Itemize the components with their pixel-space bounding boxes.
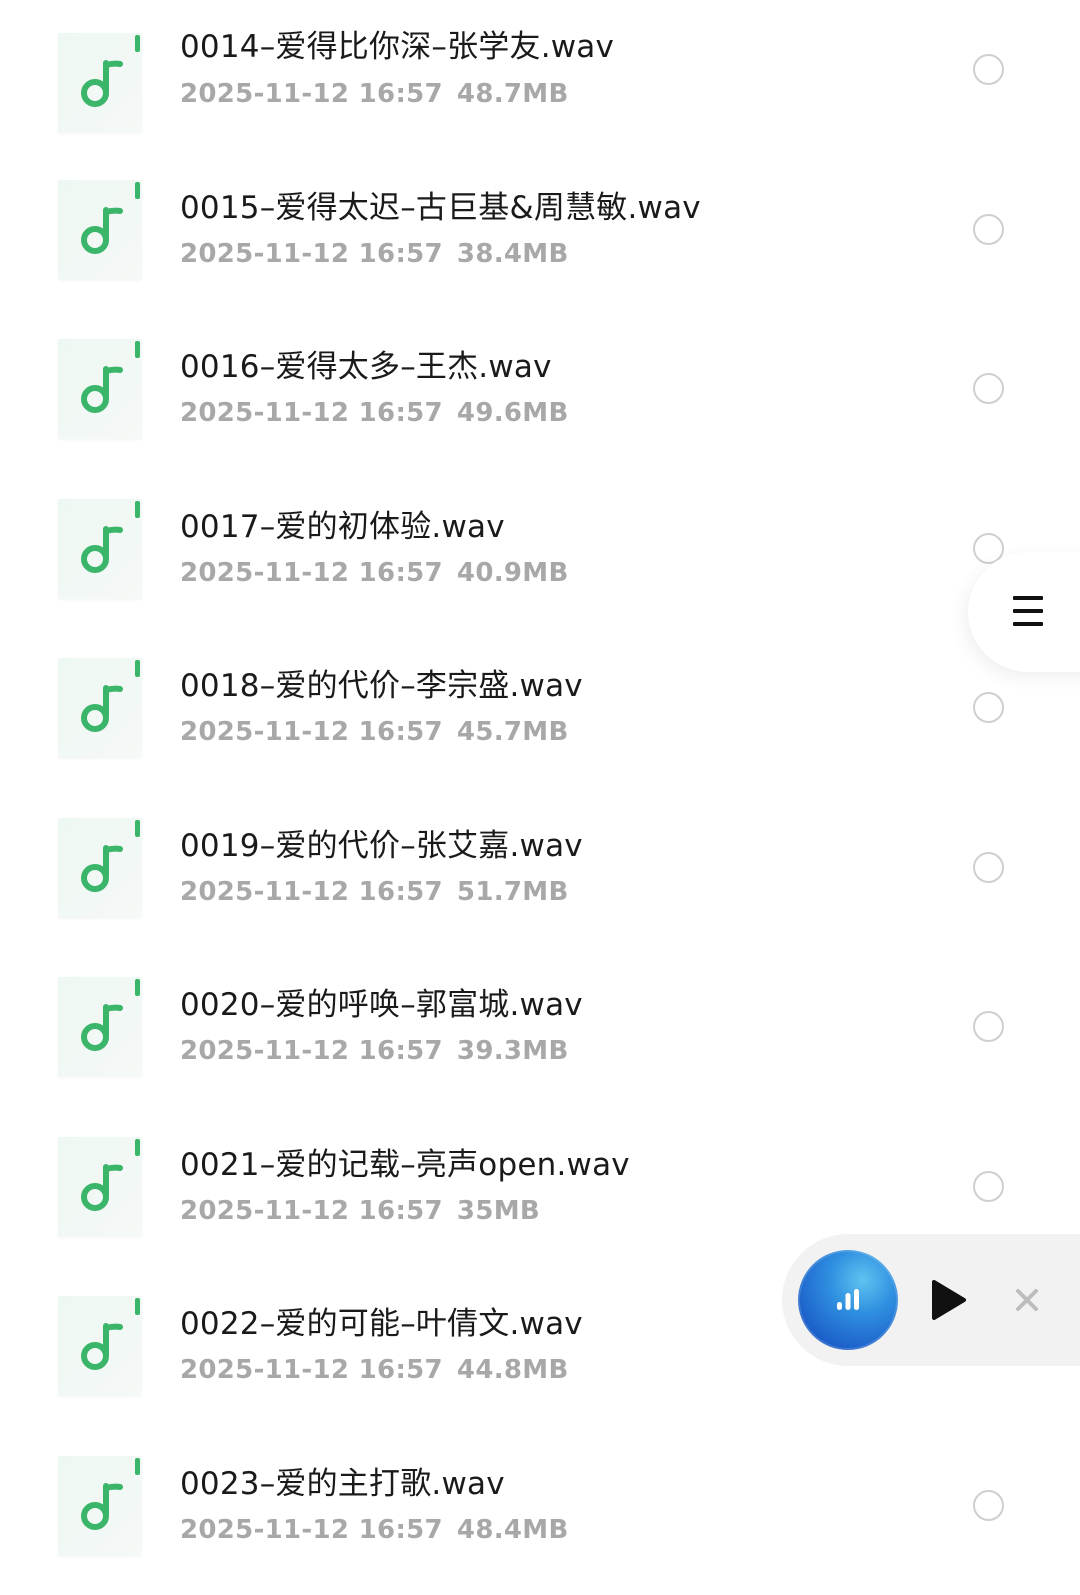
file-size: 49.6MB	[457, 398, 569, 428]
file-meta: 2025-11-12 16:57 51.7MB	[180, 875, 569, 909]
file-meta: 2025-11-12 16:57 45.7MB	[180, 715, 569, 749]
file-meta: 2025-11-12 16:57 48.4MB	[180, 1513, 569, 1547]
file-name: 0020–爱的呼唤–郭富城.wav	[180, 985, 583, 1025]
select-radio[interactable]	[973, 54, 1004, 85]
file-meta: 2025-11-12 16:57 40.9MB	[180, 556, 569, 590]
file-date: 2025-11-12 16:57	[180, 1355, 443, 1385]
side-menu-button[interactable]	[968, 552, 1080, 672]
audio-bars-icon	[828, 1280, 868, 1320]
file-date: 2025-11-12 16:57	[180, 398, 443, 428]
music-note-icon	[58, 818, 142, 918]
music-note-icon	[58, 499, 142, 599]
file-name: 0017–爱的初体验.wav	[180, 507, 505, 547]
mini-player[interactable]	[782, 1234, 1080, 1366]
file-size: 39.3MB	[457, 1036, 569, 1066]
music-note-icon	[58, 33, 142, 133]
file-name: 0021–爱的记载–亮声open.wav	[180, 1145, 630, 1185]
select-radio[interactable]	[973, 1490, 1004, 1521]
file-size: 38.4MB	[457, 239, 569, 269]
file-date: 2025-11-12 16:57	[180, 877, 443, 907]
music-note-icon	[58, 1296, 142, 1396]
player-disc[interactable]	[798, 1250, 898, 1350]
file-date: 2025-11-12 16:57	[180, 1515, 443, 1545]
close-icon[interactable]	[1014, 1287, 1040, 1313]
file-size: 48.4MB	[457, 1515, 569, 1545]
music-note-icon	[58, 339, 142, 439]
select-radio[interactable]	[973, 1171, 1004, 1202]
file-name: 0023–爱的主打歌.wav	[180, 1464, 505, 1504]
music-note-icon	[58, 1456, 142, 1556]
file-date: 2025-11-12 16:57	[180, 239, 443, 269]
select-radio[interactable]	[973, 373, 1004, 404]
hamburger-menu-icon	[1013, 596, 1043, 628]
file-date: 2025-11-12 16:57	[180, 79, 443, 109]
music-note-icon	[58, 977, 142, 1077]
file-date: 2025-11-12 16:57	[180, 1196, 443, 1226]
file-meta: 2025-11-12 16:57 49.6MB	[180, 396, 569, 430]
file-name: 0022–爱的可能–叶倩文.wav	[180, 1304, 583, 1344]
file-meta: 2025-11-12 16:57 44.8MB	[180, 1353, 569, 1387]
file-name: 0016–爱得太多–王杰.wav	[180, 347, 552, 387]
file-meta: 2025-11-12 16:57 35MB	[180, 1194, 540, 1228]
file-row[interactable]: 0016–爱得太多–王杰.wav 2025-11-12 16:57 49.6MB	[0, 319, 1080, 479]
select-radio[interactable]	[973, 1011, 1004, 1042]
file-size: 45.7MB	[457, 717, 569, 747]
file-size: 48.7MB	[457, 79, 569, 109]
file-size: 44.8MB	[457, 1355, 569, 1385]
file-row[interactable]: 0023–爱的主打歌.wav 2025-11-12 16:57 48.4MB	[0, 1436, 1080, 1595]
file-date: 2025-11-12 16:57	[180, 1036, 443, 1066]
file-meta: 2025-11-12 16:57 48.7MB	[180, 77, 569, 111]
file-date: 2025-11-12 16:57	[180, 717, 443, 747]
select-radio[interactable]	[973, 214, 1004, 245]
file-date: 2025-11-12 16:57	[180, 558, 443, 588]
file-row[interactable]: 0017–爱的初体验.wav 2025-11-12 16:57 40.9MB	[0, 479, 1080, 639]
file-name: 0018–爱的代价–李宗盛.wav	[180, 666, 583, 706]
file-size: 51.7MB	[457, 877, 569, 907]
file-size: 40.9MB	[457, 558, 569, 588]
file-row[interactable]: 0020–爱的呼唤–郭富城.wav 2025-11-12 16:57 39.3MB	[0, 957, 1080, 1117]
music-note-icon	[58, 180, 142, 280]
music-note-icon	[58, 658, 142, 758]
file-name: 0019–爱的代价–张艾嘉.wav	[180, 826, 583, 866]
play-icon[interactable]	[922, 1276, 970, 1324]
file-meta: 2025-11-12 16:57 38.4MB	[180, 237, 569, 271]
file-name: 0015–爱得太迟–古巨基&周慧敏.wav	[180, 188, 701, 228]
select-radio[interactable]	[973, 852, 1004, 883]
file-row[interactable]: 0015–爱得太迟–古巨基&周慧敏.wav 2025-11-12 16:57 38…	[0, 160, 1080, 320]
file-size: 35MB	[457, 1196, 540, 1226]
select-radio[interactable]	[973, 692, 1004, 723]
music-note-icon	[58, 1137, 142, 1237]
file-row[interactable]: 0019–爱的代价–张艾嘉.wav 2025-11-12 16:57 51.7MB	[0, 798, 1080, 958]
file-row[interactable]: 0014–爱得比你深–张学友.wav 2025-11-12 16:57 48.7M…	[0, 0, 1080, 160]
file-row[interactable]: 0018–爱的代价–李宗盛.wav 2025-11-12 16:57 45.7MB	[0, 638, 1080, 798]
file-meta: 2025-11-12 16:57 39.3MB	[180, 1034, 569, 1068]
file-name: 0014–爱得比你深–张学友.wav	[180, 27, 614, 67]
